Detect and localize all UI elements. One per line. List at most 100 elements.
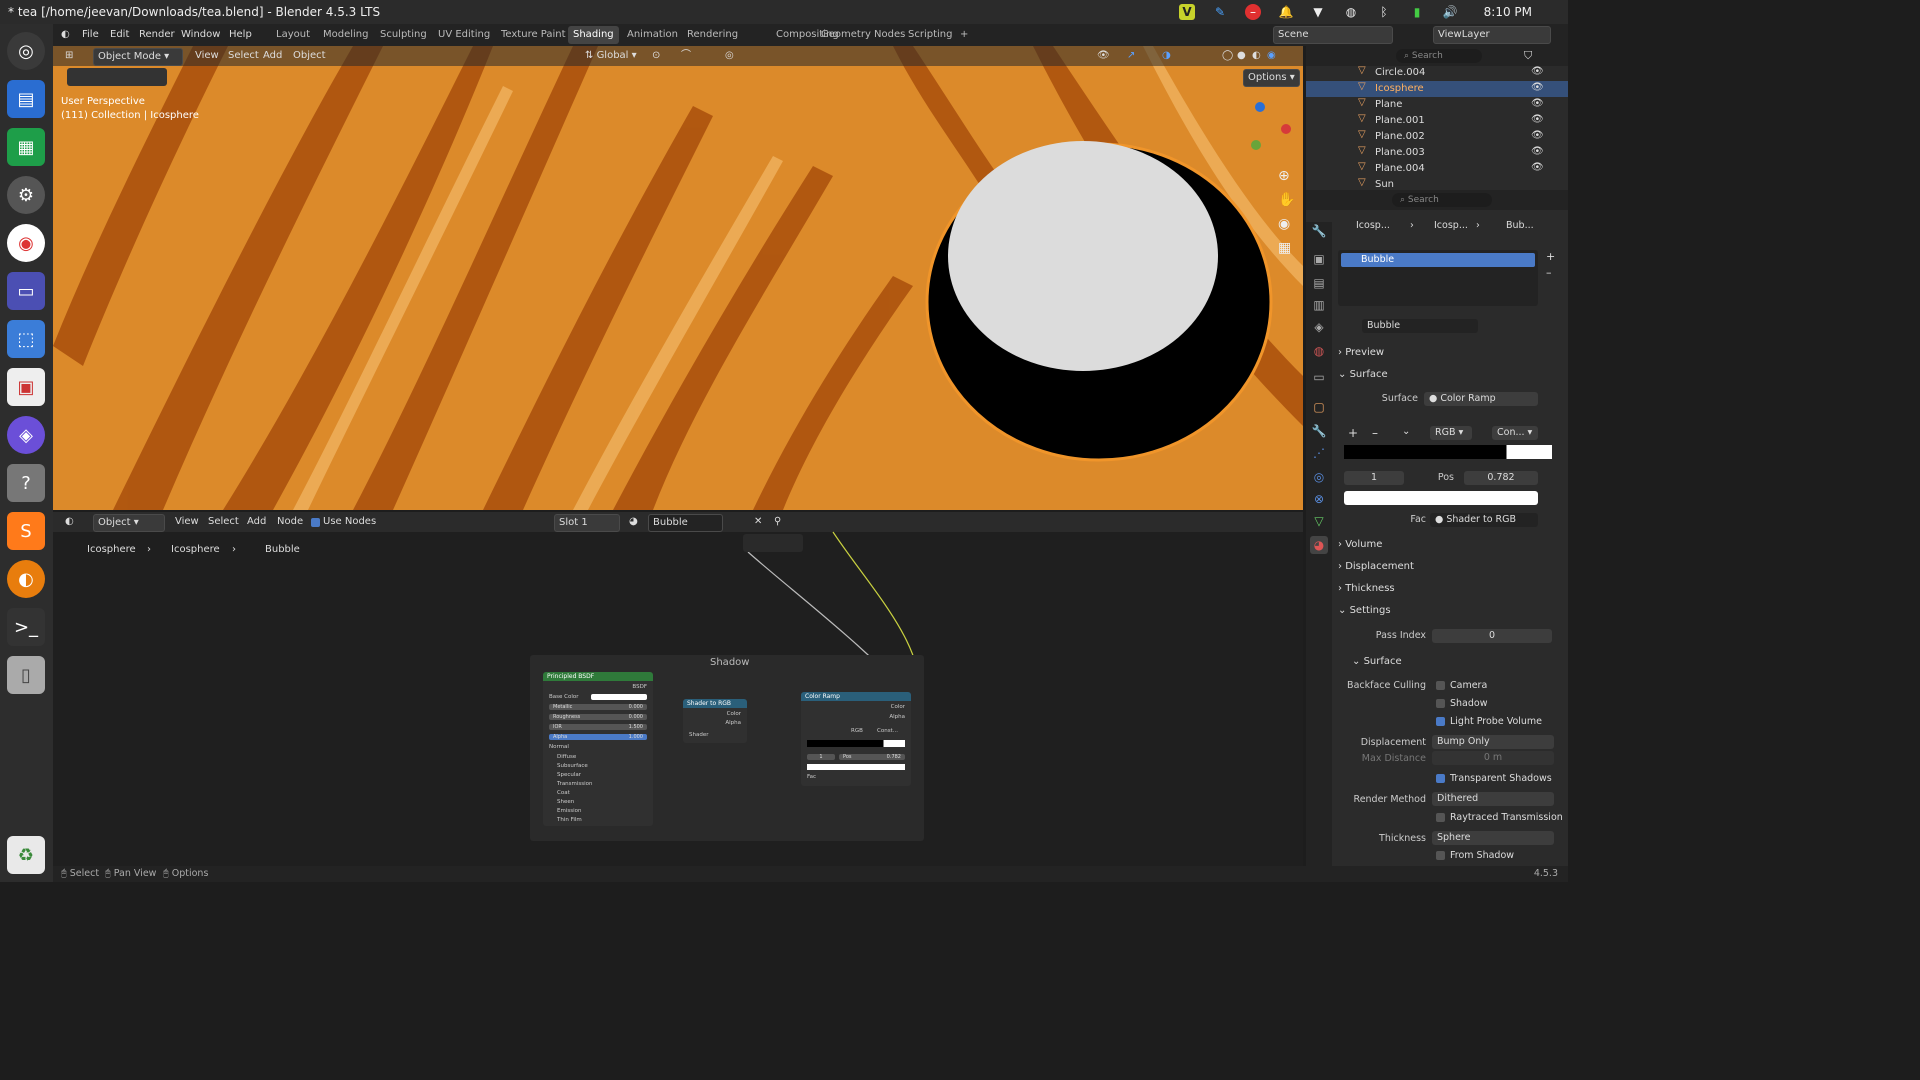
mode-selector[interactable]: Object Mode ▾	[93, 48, 183, 66]
node-ramp-widget[interactable]	[807, 740, 905, 747]
menu-add[interactable]: Add	[259, 48, 286, 64]
node-principled-bsdf[interactable]: Principled BSDF BSDF Base Color Metallic…	[543, 672, 653, 826]
tab-animation[interactable]: Animation	[622, 26, 683, 44]
camera-view-icon[interactable]: ◉	[1278, 216, 1290, 232]
writer-icon[interactable]: ▤	[7, 80, 45, 118]
shading-rendered-icon[interactable]: ◉	[1263, 48, 1280, 64]
eye-icon[interactable]: 👁	[1531, 146, 1544, 157]
metallic-field[interactable]: Metallic 0.000	[549, 704, 647, 710]
bell-icon[interactable]: 🔔	[1278, 4, 1294, 20]
specular-panel[interactable]: Specular	[557, 772, 581, 778]
data-tab-icon[interactable]: ▽	[1310, 512, 1328, 530]
tab-modeling[interactable]: Modeling	[318, 26, 374, 44]
vim-icon[interactable]: V	[1179, 4, 1195, 20]
panel-thickness[interactable]: › Thickness	[1338, 580, 1560, 598]
pan-icon[interactable]: ✋	[1278, 192, 1295, 208]
y-axis-icon[interactable]	[1251, 140, 1261, 150]
remove-slot-icon[interactable]: –	[1546, 266, 1552, 279]
material-slot-item[interactable]: Bubble	[1341, 253, 1535, 267]
outliner-item-sun[interactable]: ▽ Sun	[1306, 177, 1568, 190]
tab-geometry-nodes[interactable]: Geometry Nodes	[816, 26, 910, 44]
snap-icon[interactable]: ⌒	[677, 48, 695, 64]
panel-volume[interactable]: › Volume	[1338, 536, 1560, 554]
raytraced-checkbox[interactable]	[1436, 813, 1445, 822]
pen-icon[interactable]: ✎	[1212, 4, 1228, 20]
eye-icon[interactable]: 👁	[1531, 82, 1544, 93]
orientation-selector[interactable]: ⇅ Global ▾	[581, 48, 641, 64]
render-tab-icon[interactable]: ▣	[1310, 250, 1328, 268]
from-shadow-checkbox[interactable]	[1436, 851, 1445, 860]
tab-rendering[interactable]: Rendering	[682, 26, 743, 44]
scene-selector[interactable]: Scene	[1273, 26, 1393, 44]
menu-view[interactable]: View	[191, 48, 223, 64]
menu-help[interactable]: Help	[229, 29, 252, 40]
fac-field[interactable]: ● Shader to RGB	[1430, 513, 1538, 527]
reader-icon[interactable]: ▣	[7, 368, 45, 406]
light-probe-checkbox[interactable]	[1436, 717, 1445, 726]
output-tab-icon[interactable]: ▤	[1310, 274, 1328, 292]
physics-tab-icon[interactable]: ◎	[1310, 468, 1328, 486]
transmission-panel[interactable]: Transmission	[557, 781, 593, 787]
filter-icon[interactable]: ⛉	[1524, 49, 1532, 63]
outliner-item-circle004[interactable]: ▽ Circle.004 👁	[1306, 65, 1568, 81]
collection-tab-icon[interactable]: ▭	[1310, 368, 1328, 386]
shader-node-editor[interactable]: ◐ Object ▾ View Select Add Node Use Node…	[53, 512, 1303, 868]
tab-shading[interactable]: Shading	[568, 26, 619, 44]
outliner-item-plane004[interactable]: ▽ Plane.004 👁	[1306, 161, 1568, 177]
ramp-stop-color[interactable]	[1344, 491, 1538, 505]
render-method-select[interactable]: Dithered	[1432, 792, 1554, 806]
base-color-swatch[interactable]	[591, 694, 647, 700]
outliner-item-plane003[interactable]: ▽ Plane.003 👁	[1306, 145, 1568, 161]
material-name-field[interactable]: Bubble	[1362, 319, 1478, 333]
add-slot-icon[interactable]: +	[1546, 250, 1555, 263]
tab-sculpting[interactable]: Sculpting	[375, 26, 432, 44]
3d-viewport[interactable]: ⊞ Object Mode ▾ View Select Add Object ⇅…	[53, 46, 1303, 510]
ramp-interpolation[interactable]: Con... ▾	[1492, 426, 1538, 440]
battery-icon[interactable]: ▮	[1409, 4, 1425, 20]
x-axis-icon[interactable]	[1281, 124, 1291, 134]
transparent-shadows-checkbox[interactable]	[1436, 774, 1445, 783]
ramp-add-icon[interactable]: +	[1348, 426, 1358, 440]
settings-icon[interactable]: ⚙	[7, 176, 45, 214]
visibility-icon[interactable]: 👁	[1093, 48, 1114, 64]
menu-object[interactable]: Object	[289, 48, 330, 64]
chrome-icon[interactable]: ◉	[7, 224, 45, 262]
ramp-stop-index[interactable]: 1	[1344, 471, 1404, 485]
coat-panel[interactable]: Coat	[557, 790, 570, 796]
panel-surface[interactable]: ⌄ Surface	[1338, 366, 1560, 384]
ior-field[interactable]: IOR 1.500	[549, 724, 647, 730]
ramp-remove-icon[interactable]: –	[1372, 426, 1378, 440]
reroute-node[interactable]	[743, 534, 803, 552]
ramp-color-mode[interactable]: RGB ▾	[1430, 426, 1472, 440]
menu-edit[interactable]: Edit	[110, 29, 129, 40]
bluetooth-icon[interactable]: ᛒ	[1376, 4, 1392, 20]
dnd-icon[interactable]: –	[1245, 4, 1261, 20]
scene-tab-icon[interactable]: ◈	[1310, 318, 1328, 336]
options-button[interactable]: Options ▾	[1243, 69, 1300, 87]
subsurface-panel[interactable]: Subsurface	[557, 763, 588, 769]
ramp-pos-field[interactable]: 0.782	[1464, 471, 1538, 485]
thickness-select[interactable]: Sphere	[1432, 831, 1554, 845]
pass-index-field[interactable]: 0	[1432, 629, 1552, 643]
tab-layout[interactable]: Layout	[271, 26, 315, 44]
panel-settings[interactable]: ⌄ Settings	[1338, 602, 1560, 620]
properties-search[interactable]: ⌕ Search	[1392, 193, 1492, 207]
viewlayer-selector[interactable]: ViewLayer	[1433, 26, 1551, 44]
eye-icon[interactable]: 👁	[1531, 98, 1544, 109]
displacement-select[interactable]: Bump Only	[1432, 735, 1554, 749]
object-tab-icon[interactable]: ▢	[1310, 398, 1328, 416]
ramp-menu-icon[interactable]: ⌄	[1402, 426, 1410, 437]
emission-panel[interactable]: Emission	[557, 808, 581, 814]
sublime-icon[interactable]: S	[7, 512, 45, 550]
menu-select[interactable]: Select	[224, 48, 263, 64]
z-axis-icon[interactable]	[1255, 102, 1265, 112]
tab-scripting[interactable]: Scripting	[903, 26, 957, 44]
terminal-icon[interactable]: >_	[7, 608, 45, 646]
editor-type-icon[interactable]: ⊞	[61, 48, 77, 64]
files-icon[interactable]: ▭	[7, 272, 45, 310]
web-icon[interactable]: ◈	[7, 416, 45, 454]
surface-field[interactable]: ● Color Ramp	[1424, 392, 1538, 406]
outliner-item-icosphere[interactable]: ▽ Icosphere 👁	[1306, 81, 1568, 97]
tool-tab-icon[interactable]: 🔧	[1310, 222, 1328, 240]
trash-icon[interactable]: ♻	[7, 836, 45, 874]
